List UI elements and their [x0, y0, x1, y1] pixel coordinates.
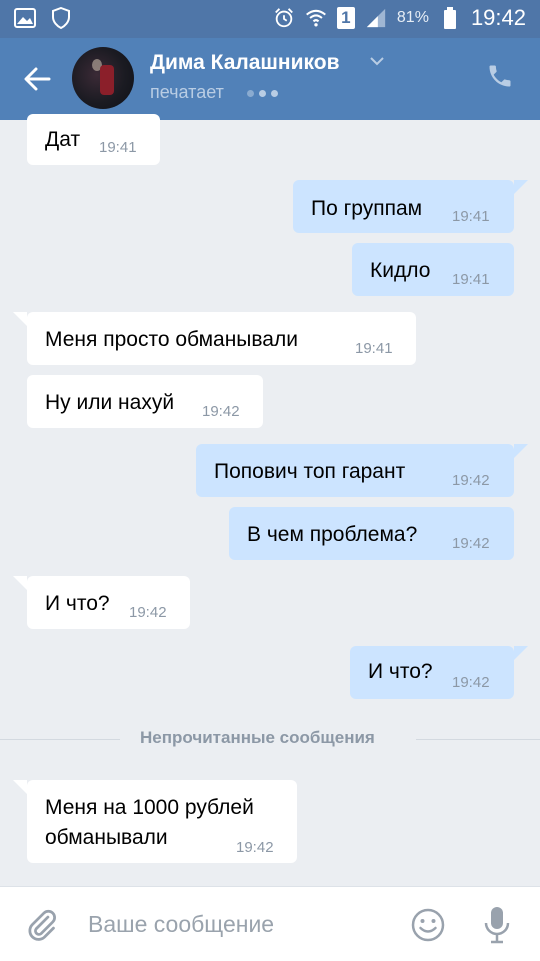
wifi-icon — [305, 7, 327, 29]
emoji-button[interactable] — [410, 907, 446, 943]
message-outgoing[interactable]: Попович топ гарант 19:42 — [196, 444, 528, 497]
message-incoming[interactable]: Дат 19:41 — [27, 114, 160, 165]
message-incoming[interactable]: Меня просто обманывали 19:41 — [13, 312, 416, 365]
message-text: И что? — [368, 660, 433, 683]
alarm-icon — [273, 7, 295, 29]
avatar[interactable] — [72, 47, 134, 109]
message-text: Кидло — [370, 259, 431, 282]
typing-status: печатает — [150, 82, 224, 102]
smiley-icon — [411, 908, 445, 942]
microphone-button[interactable] — [481, 905, 513, 945]
phone-icon — [489, 65, 511, 87]
status-time: 19:42 — [470, 5, 526, 30]
message-time: 19:42 — [452, 674, 490, 691]
message-incoming[interactable]: Меня на 1000 рублей обманывали 19:42 — [13, 780, 297, 863]
message-text: Меня просто обманывали — [45, 328, 298, 351]
contact-name[interactable]: Дима Калашников — [150, 51, 339, 75]
message-text-line2: обманывали — [45, 826, 168, 849]
arrow-left-icon — [24, 67, 51, 91]
message-text: Попович топ гарант — [214, 460, 406, 483]
message-outgoing[interactable]: И что? 19:42 — [350, 646, 528, 699]
message-incoming[interactable]: Ну или нахуй 19:42 — [27, 375, 263, 428]
typing-dots-icon — [247, 90, 278, 97]
message-time: 19:42 — [452, 535, 490, 552]
unread-divider: Непрочитанные сообщения — [0, 728, 540, 750]
message-time: 19:41 — [99, 139, 137, 156]
message-outgoing[interactable]: По группам 19:41 — [293, 180, 528, 233]
message-text: По группам — [311, 197, 423, 220]
message-time: 19:42 — [452, 472, 490, 489]
call-button[interactable] — [486, 62, 518, 94]
status-bar: 1 81% 19:42 — [0, 0, 540, 38]
message-time: 19:41 — [452, 208, 490, 225]
unread-divider-label: Непрочитанные сообщения — [140, 728, 375, 747]
message-time: 19:42 — [236, 839, 274, 856]
signal-icon — [365, 7, 387, 29]
message-time: 19:41 — [452, 271, 490, 288]
shield-icon — [50, 7, 72, 29]
message-time: 19:41 — [355, 340, 393, 357]
message-text: Дат — [45, 128, 81, 151]
gallery-icon — [14, 7, 36, 29]
chevron-down-icon[interactable] — [369, 56, 385, 66]
message-incoming[interactable]: И что? 19:42 — [13, 576, 190, 629]
battery-percent: 81% — [396, 9, 429, 26]
paperclip-icon — [28, 909, 56, 941]
sim-1-icon: 1 — [336, 7, 355, 29]
message-time: 19:42 — [129, 604, 167, 621]
message-input[interactable] — [86, 905, 390, 943]
message-text: И что? — [45, 592, 110, 615]
microphone-icon — [484, 907, 510, 944]
back-button[interactable] — [18, 60, 56, 98]
message-outgoing[interactable]: В чем проблема? 19:42 — [229, 507, 514, 560]
message-time: 19:42 — [202, 403, 240, 420]
message-text-line1: Меня на 1000 рублей — [45, 796, 254, 819]
message-composer — [0, 886, 540, 961]
message-outgoing[interactable]: Кидло 19:41 — [352, 243, 514, 296]
message-text: Ну или нахуй — [45, 391, 175, 414]
battery-icon — [439, 7, 461, 29]
attach-button[interactable] — [24, 906, 60, 942]
chat-header: Дима Калашников печатает — [0, 38, 540, 120]
message-text: В чем проблема? — [247, 523, 418, 546]
